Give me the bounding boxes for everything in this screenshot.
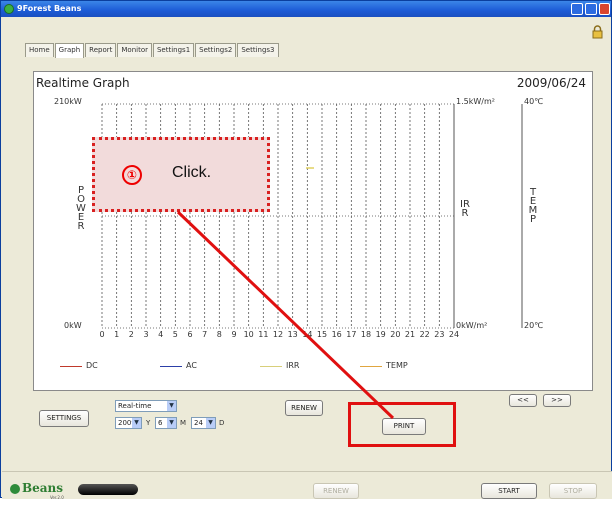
print-highlight-box <box>348 402 456 447</box>
callout-arrow <box>176 210 395 420</box>
